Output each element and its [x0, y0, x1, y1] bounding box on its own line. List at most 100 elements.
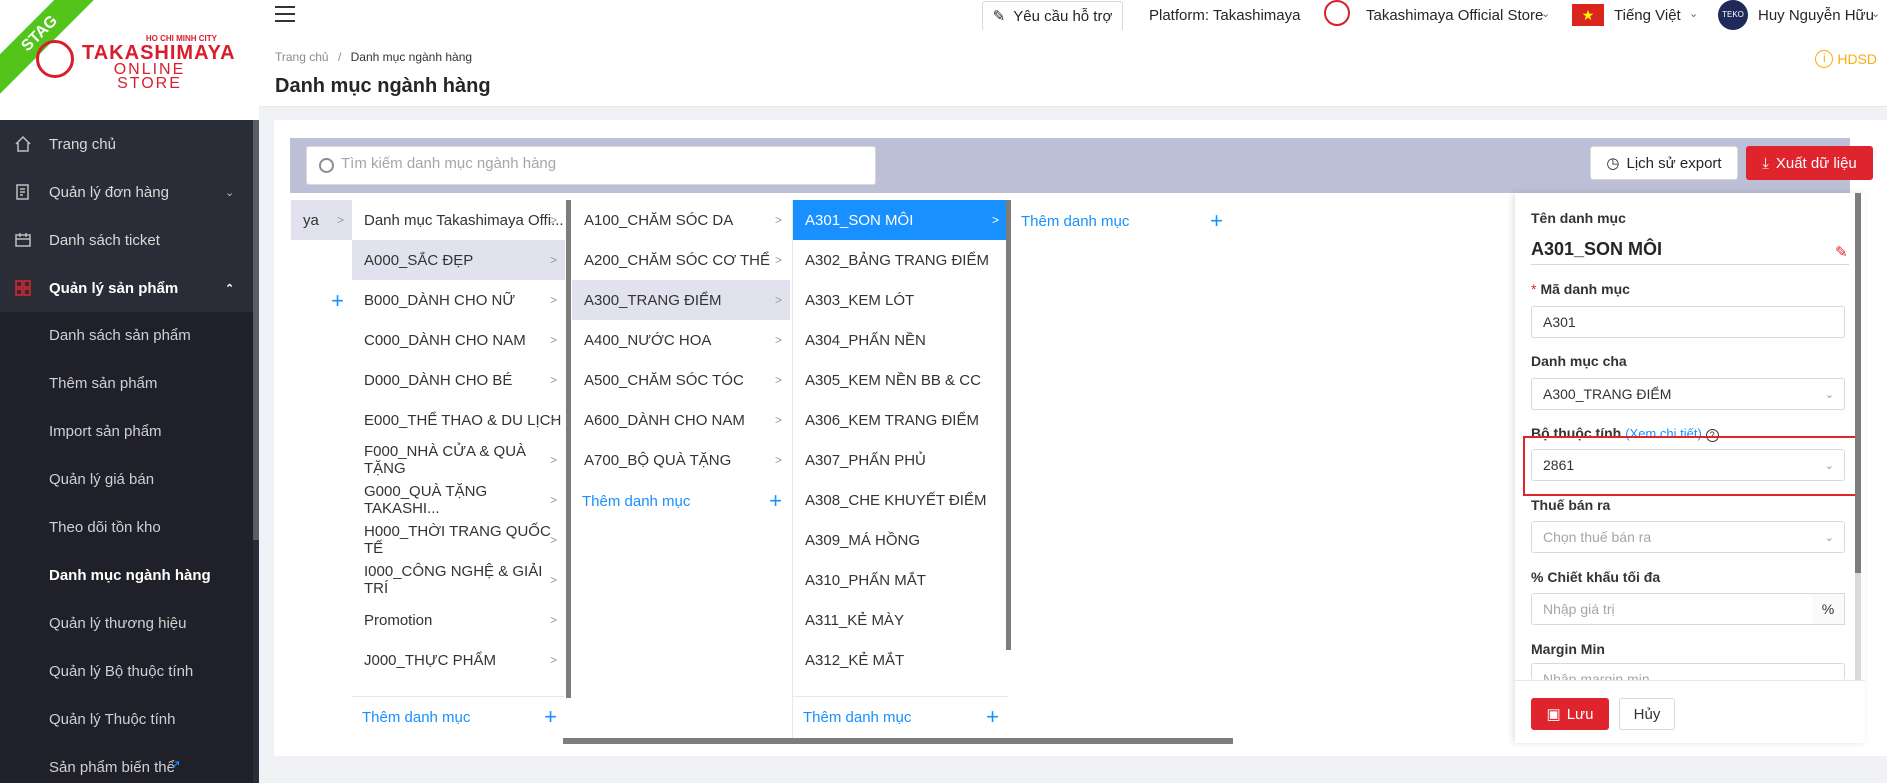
chevron-right-icon: >	[549, 453, 557, 467]
add-category-row[interactable]: Thêm danh mục +	[1011, 206, 1231, 236]
parent-category-select[interactable]: A300_TRANG ĐIỂM ⌄	[1531, 378, 1845, 410]
add-category-row[interactable]: Thêm danh mục +	[572, 486, 790, 516]
search-box[interactable]	[306, 146, 876, 185]
category-item[interactable]: J000_THỰC PHẨM >	[352, 640, 565, 680]
tax-select[interactable]: Chọn thuế bán ra ⌄	[1531, 521, 1845, 553]
export-data-button[interactable]: ⤓ Xuất dữ liệu	[1746, 146, 1873, 180]
category-item[interactable]: A100_CHĂM SÓC DA >	[572, 200, 790, 240]
chevron-right-icon: >	[549, 533, 557, 547]
menu-toggle-icon[interactable]	[275, 6, 295, 22]
add-category-link[interactable]: Thêm danh mục	[362, 709, 470, 726]
category-item[interactable]: A600_DÀNH CHO NAM >	[572, 400, 790, 440]
chevron-down-icon[interactable]: ⌄	[1689, 7, 1698, 20]
max-discount-field[interactable]: Nhập giá trị	[1531, 593, 1813, 625]
sidebar-item-home[interactable]: Trang chủ	[0, 120, 259, 168]
sidebar-sub-item[interactable]: Theo dõi tồn kho	[0, 504, 253, 552]
plus-icon[interactable]: +	[331, 288, 344, 314]
add-category-row[interactable]: Thêm danh mục +	[793, 702, 1007, 732]
category-item-selected[interactable]: A000_SẮC ĐẸP >	[352, 240, 565, 280]
category-item[interactable]: A310_PHẤN MẮT	[793, 560, 1007, 600]
category-item[interactable]: A311_KẺ MÀY	[793, 600, 1007, 640]
help-link[interactable]: i HDSD	[1815, 50, 1877, 68]
category-item[interactable]: A302_BẢNG TRANG ĐIỂM	[793, 240, 1007, 280]
breadcrumb-current: Danh mục ngành hàng	[350, 50, 473, 64]
category-label: A306_KEM TRANG ĐIỂM	[805, 411, 979, 429]
save-button[interactable]: ▣ Lưu	[1531, 698, 1609, 730]
sidebar-sub-item[interactable]: Import sản phẩm	[0, 408, 253, 456]
plus-icon[interactable]: +	[986, 704, 999, 730]
chevron-down-icon[interactable]: ⌄	[1541, 7, 1550, 20]
column-scrollbar[interactable]	[566, 200, 571, 698]
sidebar-sub-item[interactable]: Quản lý giá bán	[0, 456, 253, 504]
category-item[interactable]: G000_QUÀ TẶNG TAKASHI... >	[352, 480, 565, 520]
category-label: B000_DÀNH CHO NỮ	[364, 291, 516, 309]
history-icon: ◷	[1606, 155, 1620, 172]
sidebar-sub-item[interactable]: Quản lý thương hiệu	[0, 600, 253, 648]
ticket-icon	[15, 233, 31, 247]
category-item[interactable]: A307_PHẤN PHỦ	[793, 440, 1007, 480]
sidebar-sub-item[interactable]: Sản phẩm biến thể ↗	[0, 744, 253, 783]
sidebar-scrollbar[interactable]	[253, 120, 259, 540]
category-code-field[interactable]: A301	[1531, 306, 1845, 338]
category-item[interactable]: Danh mục Takashimaya Offi... >	[352, 200, 565, 240]
category-item[interactable]: ya >	[291, 200, 352, 240]
chevron-right-icon: >	[549, 653, 557, 667]
language-selector[interactable]: Tiếng Việt	[1614, 7, 1681, 24]
category-item[interactable]: A312_KẺ MẮT	[793, 640, 1007, 680]
chevron-right-icon: >	[774, 453, 782, 467]
sidebar-sub-item[interactable]: Thêm sản phẩm	[0, 360, 253, 408]
category-item[interactable]: A308_CHE KHUYẾT ĐIỂM	[793, 480, 1007, 520]
add-category-link[interactable]: Thêm danh mục	[582, 493, 690, 510]
tax-label: Thuế bán ra	[1531, 497, 1611, 513]
category-item[interactable]: A700_BỘ QUÀ TẶNG >	[572, 440, 790, 480]
support-request-button[interactable]: ✎ Yêu cầu hỗ trợ	[982, 1, 1123, 31]
category-item[interactable]: I000_CÔNG NGHỆ & GIẢI TRÍ >	[352, 560, 565, 600]
category-item[interactable]: A200_CHĂM SÓC CƠ THỂ >	[572, 240, 790, 280]
add-category-row[interactable]: +	[291, 286, 352, 316]
search-input[interactable]	[341, 155, 861, 172]
sidebar-sub-item[interactable]: Quản lý Bộ thuộc tính	[0, 648, 253, 696]
category-item[interactable]: A400_NƯỚC HOA >	[572, 320, 790, 360]
sidebar-item-tickets[interactable]: Danh sách ticket	[0, 216, 259, 264]
category-item[interactable]: A500_CHĂM SÓC TÓC >	[572, 360, 790, 400]
category-item[interactable]: F000_NHÀ CỬA & QUÀ TẶNG >	[352, 440, 565, 480]
sidebar-sub-item-current[interactable]: Danh mục ngành hàng	[0, 552, 253, 600]
category-item[interactable]: H000_THỜI TRANG QUỐC TẾ >	[352, 520, 565, 560]
category-item[interactable]: Promotion >	[352, 600, 565, 640]
category-item[interactable]: B000_DÀNH CHO NỮ >	[352, 280, 565, 320]
category-item-selected[interactable]: A300_TRANG ĐIỂM >	[572, 280, 790, 320]
category-item[interactable]: A304_PHẤN NỀN	[793, 320, 1007, 360]
plus-icon[interactable]: +	[544, 704, 557, 730]
chevron-right-icon: >	[774, 333, 782, 347]
sidebar-sub-item[interactable]: Quản lý Thuộc tính	[0, 696, 253, 744]
edit-icon[interactable]: ✎	[1835, 243, 1848, 261]
add-category-link[interactable]: Thêm danh mục	[1021, 213, 1129, 230]
chevron-down-icon[interactable]: ⌄	[1871, 7, 1880, 20]
sidebar-item-products[interactable]: Quản lý sản phẩm ⌃	[0, 264, 259, 312]
category-item[interactable]: E000_THỂ THAO & DU LỊCH >	[352, 400, 565, 440]
category-item[interactable]: A303_KEM LÓT	[793, 280, 1007, 320]
category-item[interactable]: D000_DÀNH CHO BÉ >	[352, 360, 565, 400]
category-item[interactable]: A305_KEM NỀN BB & CC	[793, 360, 1007, 400]
store-selector[interactable]: Takashimaya Official Store	[1366, 7, 1543, 24]
margin-min-field[interactable]: Nhập margin min	[1531, 663, 1845, 680]
category-item[interactable]: A306_KEM TRANG ĐIỂM	[793, 400, 1007, 440]
attribute-set-select[interactable]: 2861 ⌄	[1531, 449, 1845, 481]
user-menu[interactable]: Huy Nguyễn Hữu	[1758, 7, 1874, 24]
sidebar-sub-item[interactable]: Danh sách sản phẩm	[0, 312, 253, 360]
export-history-button[interactable]: ◷ Lịch sử export	[1590, 146, 1738, 180]
logo[interactable]: HO CHI MINH CITY TAKASHIMAYA ONLINE STOR…	[82, 34, 235, 92]
category-item-active[interactable]: A301_SON MÔI >	[793, 200, 1007, 240]
plus-icon[interactable]: +	[1210, 208, 1223, 234]
plus-icon[interactable]: +	[769, 488, 782, 514]
cancel-button[interactable]: Hủy	[1619, 698, 1675, 730]
form-scrollbar[interactable]	[1855, 193, 1861, 680]
category-item[interactable]: A309_MÁ HỒNG	[793, 520, 1007, 560]
category-item[interactable]: C000_DÀNH CHO NAM >	[352, 320, 565, 360]
add-category-row[interactable]: Thêm danh mục +	[352, 702, 565, 732]
avatar[interactable]: TEKO	[1718, 0, 1748, 30]
breadcrumb-home[interactable]: Trang chủ	[275, 50, 329, 64]
sidebar-item-orders[interactable]: Quản lý đơn hàng ⌄	[0, 168, 259, 216]
add-category-link[interactable]: Thêm danh mục	[803, 709, 911, 726]
horizontal-scrollbar[interactable]	[563, 738, 1233, 744]
